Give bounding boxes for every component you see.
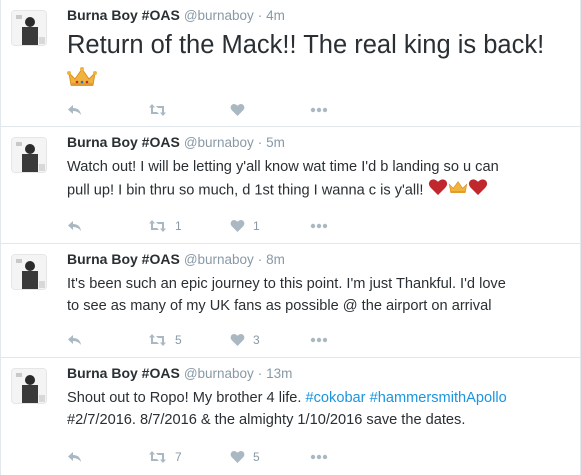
tweet-header: Burna Boy #OAS @burnaboy · 13m xyxy=(67,365,292,381)
crown-emoji-icon xyxy=(67,63,97,97)
reply-button[interactable] xyxy=(67,330,83,350)
retweet-icon xyxy=(149,334,166,346)
more-button[interactable] xyxy=(310,330,328,350)
more-button[interactable] xyxy=(310,100,328,120)
more-button[interactable] xyxy=(310,447,328,467)
retweet-count: 5 xyxy=(175,333,182,347)
reply-icon xyxy=(68,335,81,345)
red-heart-emoji-icon xyxy=(468,178,488,203)
user-handle[interactable]: @burnaboy xyxy=(184,8,254,23)
tweet[interactable]: Burna Boy #OAS @burnaboy · 4m Return of t… xyxy=(1,0,580,127)
retweet-button[interactable]: 1 xyxy=(148,216,182,236)
user-handle[interactable]: @burnaboy xyxy=(184,252,254,267)
like-icon xyxy=(230,450,245,463)
reply-button[interactable] xyxy=(67,447,83,467)
like-count: 1 xyxy=(253,219,260,233)
like-count: 3 xyxy=(253,333,260,347)
separator-dot: · xyxy=(257,8,263,23)
more-icon xyxy=(310,337,328,343)
timestamp[interactable]: 4m xyxy=(266,8,285,23)
reply-icon xyxy=(68,105,81,115)
like-icon xyxy=(230,219,245,232)
user-handle[interactable]: @burnaboy xyxy=(184,135,254,150)
avatar[interactable] xyxy=(11,137,47,173)
tweet-text-line: to see as many of my UK fans as possible… xyxy=(67,298,492,314)
hashtag-link[interactable]: #cokobar xyxy=(306,390,366,406)
separator-dot: · xyxy=(257,135,263,150)
tweet-text: Shout out to Ropo! My brother 4 life. #c… xyxy=(67,387,572,431)
like-count: 5 xyxy=(253,450,260,464)
retweet-count: 7 xyxy=(175,450,182,464)
separator-dot: · xyxy=(257,366,263,381)
reply-button[interactable] xyxy=(67,216,83,236)
tweet[interactable]: Burna Boy #OAS @burnaboy · 8m It's been s… xyxy=(1,244,580,358)
retweet-button[interactable]: 5 xyxy=(148,330,182,350)
tweet-text-line: pull up! I bin thru so much, d 1st thing… xyxy=(67,182,424,199)
retweet-button[interactable]: 7 xyxy=(148,447,182,467)
separator-dot: · xyxy=(257,252,263,267)
avatar[interactable] xyxy=(11,10,47,46)
retweet-icon xyxy=(149,451,166,463)
retweet-icon xyxy=(149,220,166,232)
tweet-text-line: #2/7/2016. 8/7/2016 & the almighty 1/10/… xyxy=(67,412,466,428)
reply-icon xyxy=(68,221,81,231)
display-name[interactable]: Burna Boy #OAS xyxy=(67,251,180,267)
crown-emoji-icon xyxy=(448,179,468,202)
display-name[interactable]: Burna Boy #OAS xyxy=(67,7,180,23)
tweet-text: It's been such an epic journey to this p… xyxy=(67,273,572,317)
like-button[interactable]: 5 xyxy=(230,447,260,467)
more-button[interactable] xyxy=(310,216,328,236)
like-button[interactable]: 1 xyxy=(230,216,260,236)
like-icon xyxy=(230,103,245,116)
reply-button[interactable] xyxy=(67,100,83,120)
retweet-count: 1 xyxy=(175,219,182,233)
tweet-header: Burna Boy #OAS @burnaboy · 5m xyxy=(67,134,285,150)
avatar[interactable] xyxy=(11,254,47,290)
tweet-text-line: Watch out! I will be letting y'all know … xyxy=(67,159,499,175)
display-name[interactable]: Burna Boy #OAS xyxy=(67,134,180,150)
hashtag-link[interactable]: #hammersmithApollo xyxy=(370,390,507,406)
display-name[interactable]: Burna Boy #OAS xyxy=(67,365,180,381)
tweet-text: Watch out! I will be letting y'all know … xyxy=(67,156,572,203)
red-heart-emoji-icon xyxy=(428,178,448,203)
tweet-text-line: It's been such an epic journey to this p… xyxy=(67,276,506,292)
more-icon xyxy=(310,454,328,460)
tweet-text: Return of the Mack!! The real king is ba… xyxy=(67,28,572,97)
user-handle[interactable]: @burnaboy xyxy=(184,366,254,381)
retweet-icon xyxy=(149,104,166,116)
reply-icon xyxy=(68,452,81,462)
retweet-button[interactable] xyxy=(148,100,175,120)
tweet-header: Burna Boy #OAS @burnaboy · 8m xyxy=(67,251,285,267)
like-icon xyxy=(230,333,245,346)
tweet[interactable]: Burna Boy #OAS @burnaboy · 5m Watch out! … xyxy=(1,127,580,244)
tweet-header: Burna Boy #OAS @burnaboy · 4m xyxy=(67,7,285,23)
more-icon xyxy=(310,223,328,229)
tweet-text-line: Shout out to Ropo! My brother 4 life. xyxy=(67,390,306,406)
timestamp[interactable]: 13m xyxy=(266,366,292,381)
avatar[interactable] xyxy=(11,368,47,404)
like-button[interactable]: 3 xyxy=(230,330,260,350)
tweet-text-content: Return of the Mack!! The real king is ba… xyxy=(67,31,545,59)
like-button[interactable] xyxy=(230,100,253,120)
timestamp[interactable]: 8m xyxy=(266,252,285,267)
tweet[interactable]: Burna Boy #OAS @burnaboy · 13m Shout out … xyxy=(1,358,580,475)
timeline: Burna Boy #OAS @burnaboy · 4m Return of t… xyxy=(0,0,581,475)
more-icon xyxy=(310,107,328,113)
timestamp[interactable]: 5m xyxy=(266,135,285,150)
